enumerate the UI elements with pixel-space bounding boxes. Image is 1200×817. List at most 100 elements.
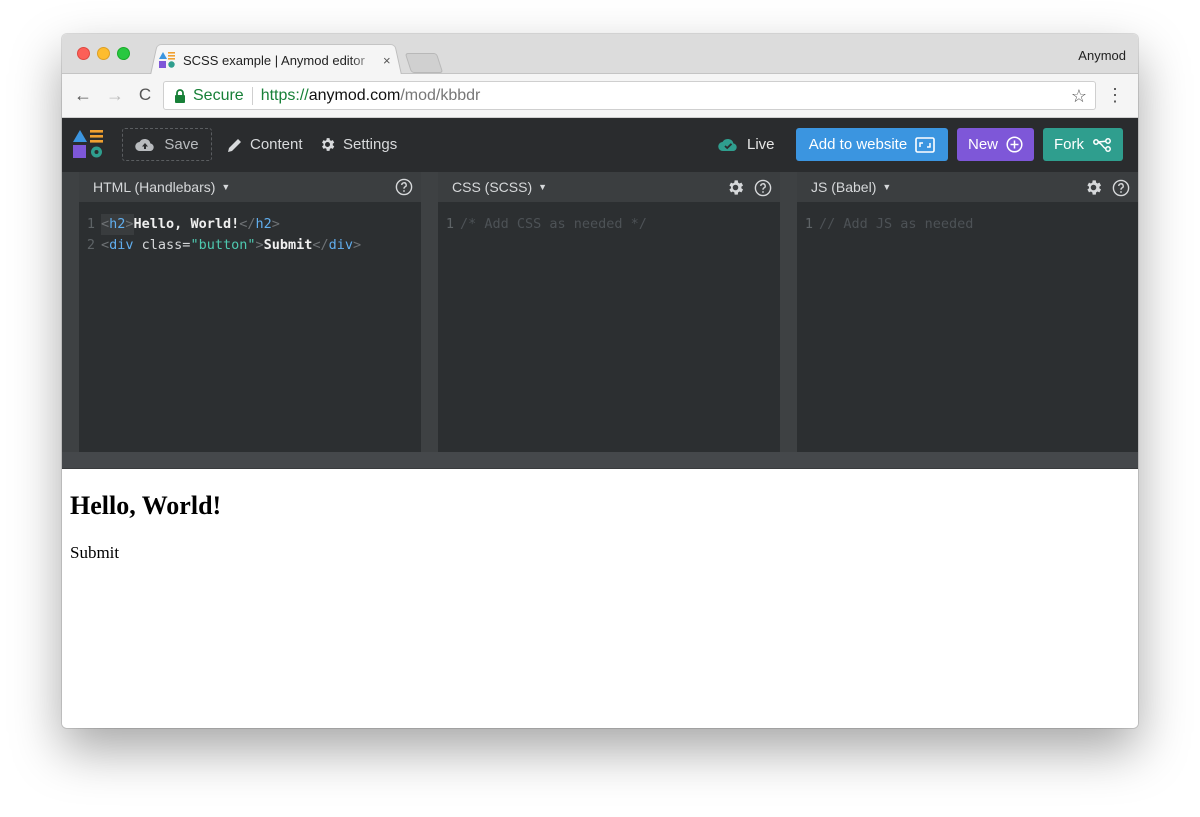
reload-icon[interactable]: C (134, 84, 156, 106)
code-token: < (101, 216, 110, 232)
bookmark-star-icon[interactable]: ☆ (1071, 86, 1087, 107)
code-token: "button" (190, 237, 256, 253)
js-editor-title: JS (Babel) (811, 179, 877, 195)
code-line: 1 <h2> Hello, World! </h2 > (79, 214, 421, 235)
code-token: class= (133, 237, 191, 253)
caret-down-icon: ▼ (538, 182, 548, 192)
preview-submit-text: Submit (70, 543, 120, 562)
help-circle-icon[interactable] (1112, 179, 1130, 197)
back-arrow-icon[interactable]: ← (72, 84, 94, 106)
code-token: div (328, 237, 354, 253)
css-placeholder: /* Add CSS as needed */ (460, 216, 647, 232)
tab-close-icon[interactable]: × (383, 53, 391, 68)
line-number: 2 (86, 237, 95, 253)
js-placeholder: // Add JS as needed (819, 216, 974, 232)
url-path: /mod/kbbdr (400, 86, 481, 104)
js-editor-header: JS (Babel) ▼ (797, 172, 1138, 202)
editor-resize-strip[interactable] (421, 172, 438, 452)
code-token: h2 (255, 216, 272, 232)
html-code-editor[interactable]: 1 <h2> Hello, World! </h2 > 2 < div class= "but… (79, 214, 421, 256)
settings-label: Settings (343, 136, 398, 153)
caret-down-icon: ▼ (221, 182, 231, 192)
browser-toolbar: ← → C Secure https:// anymod.com /mod/kb… (62, 74, 1138, 118)
line-number: 1 (86, 216, 95, 232)
css-language-dropdown[interactable]: CSS (SCSS) ▼ (452, 179, 547, 195)
css-editor-pane: CSS (SCSS) ▼ 1/* Add CSS as needed */ (438, 172, 780, 452)
html-editor-pane: HTML (Handlebars) ▼ 1 <h2> Hello, World! </… (79, 172, 421, 452)
editor-area: HTML (Handlebars) ▼ 1 <h2> Hello, World! </… (62, 172, 1138, 452)
content-label: Content (250, 136, 303, 153)
gear-icon[interactable] (1084, 178, 1103, 197)
anymod-favicon-icon (159, 52, 175, 68)
code-token: > (353, 237, 362, 253)
address-bar[interactable]: Secure https:// anymod.com /mod/kbbdr ☆ (163, 81, 1096, 110)
html-editor-title: HTML (Handlebars) (93, 179, 216, 195)
cloud-check-icon (718, 138, 737, 151)
css-code-editor[interactable]: 1 /* Add CSS as needed */ (438, 214, 780, 235)
code-token: > (271, 216, 280, 232)
html-editor-icons (386, 178, 413, 196)
save-label: Save (164, 136, 199, 153)
tab-strip: SCSS example | Anymod editor × Anymod (62, 34, 1138, 75)
pencil-icon (228, 138, 241, 152)
secure-label: Secure (193, 86, 244, 104)
browser-menu-icon[interactable]: ⋮ (1106, 84, 1124, 106)
browser-tab-content[interactable]: SCSS example | Anymod editor × (158, 47, 402, 73)
live-status[interactable]: Live (718, 128, 775, 161)
help-circle-icon[interactable] (754, 179, 772, 197)
maximize-window-button[interactable] (117, 47, 130, 60)
address-separator (251, 86, 253, 105)
css-editor-title: CSS (SCSS) (452, 179, 533, 195)
cloud-upload-icon (135, 138, 155, 151)
close-window-button[interactable] (77, 47, 90, 60)
content-button[interactable]: Content (227, 128, 303, 161)
preview-pane: Hello, World! Submit (62, 469, 1138, 728)
code-token: Submit (263, 237, 313, 253)
add-to-website-button[interactable]: Add to website (796, 128, 948, 161)
css-editor-icons (717, 178, 772, 197)
fork-button[interactable]: Fork (1043, 128, 1123, 161)
code-token: h2 (109, 216, 126, 232)
line-number: 1 (804, 216, 813, 232)
live-label: Live (747, 136, 775, 153)
anymod-logo-icon[interactable] (72, 128, 104, 160)
js-language-dropdown[interactable]: JS (Babel) ▼ (811, 179, 891, 195)
fork-icon (1093, 137, 1111, 152)
fork-label: Fork (1054, 136, 1084, 153)
js-editor-pane: JS (Babel) ▼ 1 // Add JS as needed (797, 172, 1138, 452)
embed-window-icon (915, 136, 936, 153)
url-scheme: https:// (260, 86, 309, 104)
code-token: </ (312, 237, 329, 253)
code-line: 2 < div class= "button" > Submit </div > (79, 235, 421, 256)
code-line: 1 /* Add CSS as needed */ (438, 214, 780, 235)
forward-arrow-icon[interactable]: → (104, 84, 126, 106)
lock-icon (175, 88, 185, 103)
caret-down-icon: ▼ (882, 182, 892, 192)
new-tab-button[interactable] (404, 53, 444, 73)
gear-icon[interactable] (726, 178, 745, 197)
editor-resize-strip[interactable] (780, 172, 797, 452)
help-circle-icon[interactable] (395, 178, 413, 196)
code-token: > (255, 237, 264, 253)
url-host: anymod.com (308, 86, 401, 104)
save-button[interactable]: Save (122, 128, 212, 161)
settings-button[interactable]: Settings (319, 128, 397, 161)
app-toolbar: Save Content Settings Live Add to websit… (62, 118, 1138, 172)
code-token: div (109, 237, 134, 253)
preview-heading: Hello, World! (70, 491, 222, 520)
code-token: </ (239, 216, 256, 232)
browser-window: SCSS example | Anymod editor × Anymod ← … (62, 34, 1138, 728)
code-token: < (101, 237, 110, 253)
js-code-editor[interactable]: 1 // Add JS as needed (797, 214, 1138, 235)
minimize-window-button[interactable] (97, 47, 110, 60)
new-button[interactable]: New (957, 128, 1034, 161)
tab-title: SCSS example | Anymod editor (183, 52, 365, 68)
new-label: New (967, 136, 998, 153)
plus-circle-icon (1006, 136, 1023, 153)
profile-name[interactable]: Anymod (1078, 48, 1126, 63)
editor-resize-strip[interactable] (62, 172, 79, 452)
js-editor-icons (1075, 178, 1130, 197)
html-language-dropdown[interactable]: HTML (Handlebars) ▼ (93, 179, 230, 195)
preview-resize-handle[interactable] (62, 452, 1138, 469)
html-editor-header: HTML (Handlebars) ▼ (79, 172, 421, 202)
